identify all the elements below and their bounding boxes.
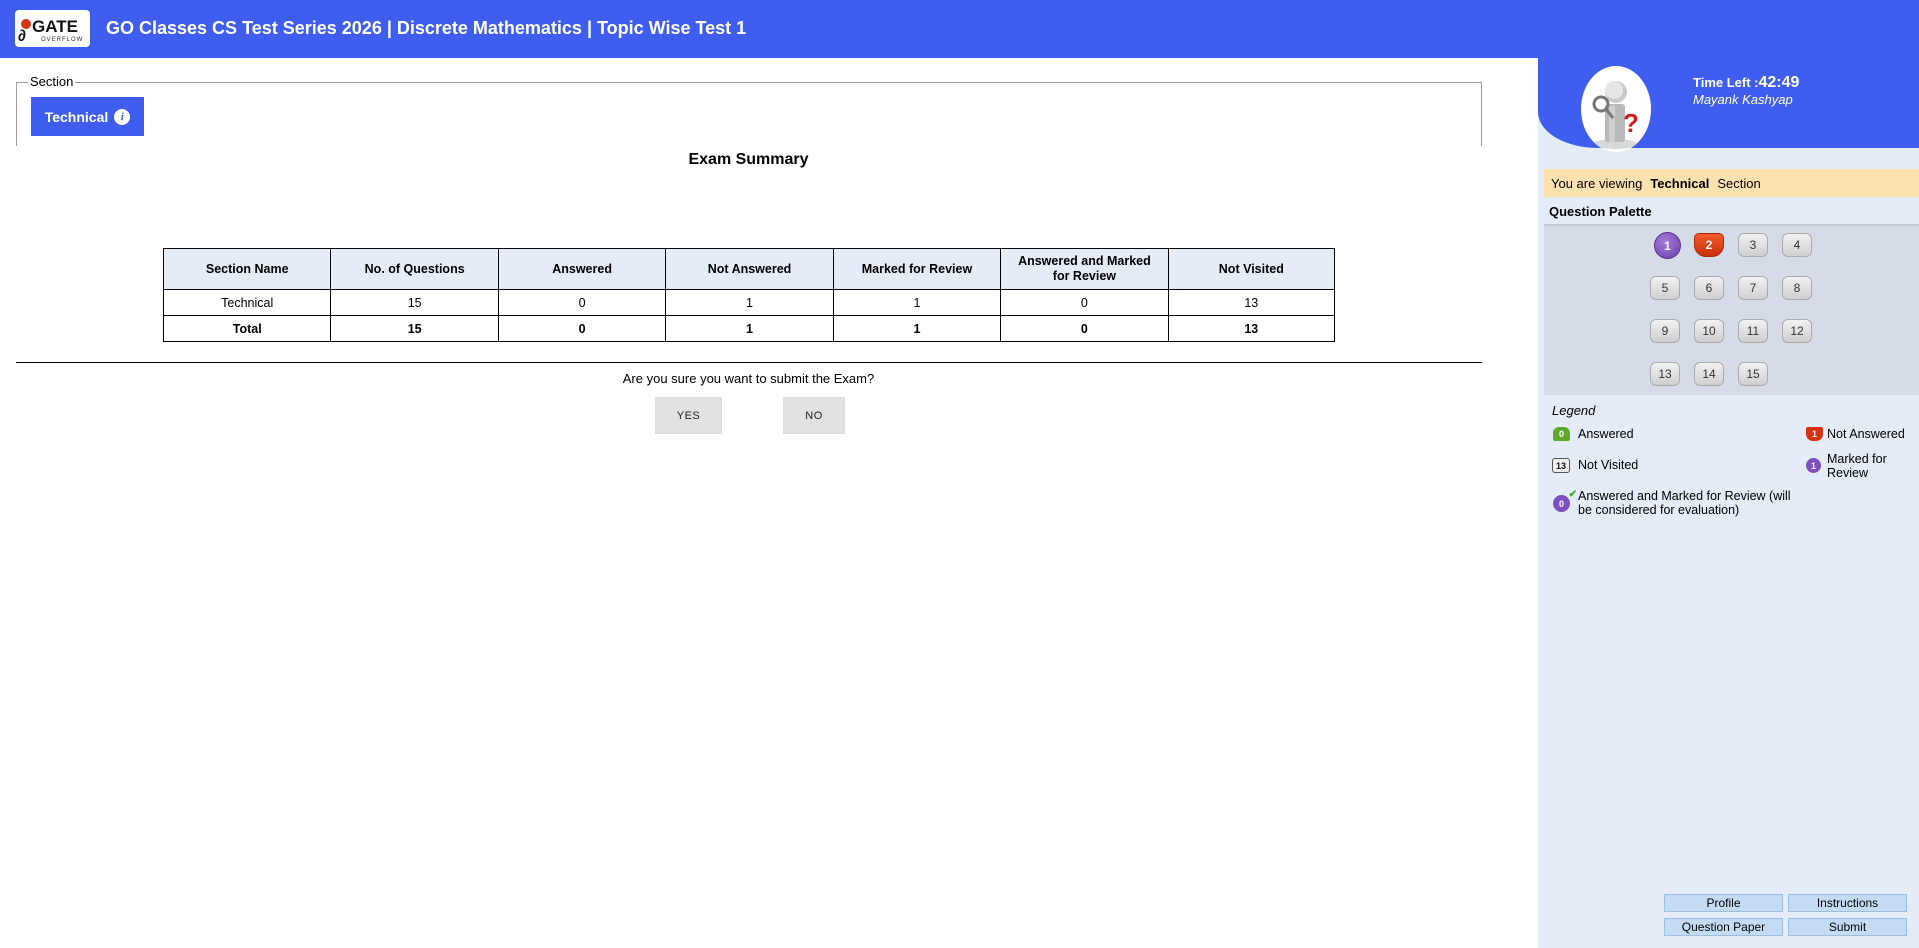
- question-palette-title: Question Palette: [1549, 204, 1652, 219]
- legend-title: Legend: [1552, 403, 1596, 418]
- palette-question-12[interactable]: 12: [1782, 319, 1812, 343]
- section-legend: Section: [28, 74, 76, 89]
- answered-icon: 0: [1553, 427, 1570, 441]
- table-header-row: Section Name No. of Questions Answered N…: [162, 248, 1336, 290]
- candidate-avatar: ?: [1581, 66, 1651, 152]
- table-cell: 0: [497, 289, 667, 316]
- table-cell: Total: [162, 315, 332, 342]
- exam-title: GO Classes CS Test Series 2026 | Discret…: [106, 18, 747, 38]
- column-header: Answered: [497, 248, 667, 290]
- section-fieldset: [16, 82, 1482, 146]
- column-header: Section Name: [162, 248, 332, 290]
- question-paper-button[interactable]: Question Paper: [1664, 918, 1783, 936]
- palette-question-1[interactable]: 1: [1654, 232, 1681, 259]
- table-cell: 0: [1000, 289, 1169, 316]
- viewing-prefix: You are viewing: [1551, 175, 1643, 191]
- gate-overflow-logo: ∂ GATE OVERFLOW: [15, 10, 90, 47]
- palette-question-14[interactable]: 14: [1694, 362, 1724, 386]
- palette-question-11[interactable]: 11: [1738, 319, 1768, 343]
- exam-summary-title: Exam Summary: [688, 151, 809, 168]
- palette-question-15[interactable]: 15: [1738, 362, 1768, 386]
- tab-technical-label: Technical: [44, 108, 109, 125]
- info-icon[interactable]: i: [114, 108, 131, 125]
- table-cell: 13: [1167, 315, 1336, 342]
- palette-question-8[interactable]: 8: [1782, 276, 1812, 300]
- palette-question-9[interactable]: 9: [1650, 319, 1680, 343]
- time-left: Time Left :42:49: [1693, 74, 1799, 92]
- table-cell: 0: [1000, 315, 1169, 342]
- column-header: Marked for Review: [832, 248, 1002, 290]
- legend-label: Answered: [1578, 427, 1634, 441]
- column-header: Not Visited: [1167, 248, 1336, 290]
- table-cell: 1: [832, 315, 1002, 342]
- marked-for-review-icon: 1: [1806, 458, 1821, 473]
- column-header: Not Answered: [665, 248, 834, 290]
- logo-subtext: OVERFLOW: [41, 37, 83, 43]
- table-cell: Technical: [162, 289, 332, 316]
- palette-question-13[interactable]: 13: [1650, 362, 1680, 386]
- palette-question-7[interactable]: 7: [1738, 276, 1768, 300]
- logo-text: GATE: [32, 17, 78, 36]
- no-button[interactable]: NO: [783, 397, 845, 434]
- question-palette: 1 2 3 4 5 6 7 8 9 10 11 12 13 14 15: [1544, 224, 1919, 395]
- time-left-label: Time Left :: [1693, 75, 1759, 90]
- table-cell: 15: [330, 315, 499, 342]
- tab-technical[interactable]: Technical i: [31, 97, 144, 136]
- palette-question-5[interactable]: 5: [1650, 276, 1680, 300]
- time-left-value: 42:49: [1758, 74, 1800, 91]
- column-header: No. of Questions: [330, 248, 499, 290]
- legend-label: Not Answered: [1827, 427, 1905, 441]
- table-cell: 0: [497, 315, 667, 342]
- profile-button[interactable]: Profile: [1664, 894, 1783, 912]
- palette-question-3[interactable]: 3: [1738, 233, 1768, 257]
- candidate-name: Mayank Kashyap: [1693, 92, 1793, 107]
- answered-marked-icon: 0: [1553, 489, 1577, 512]
- palette-question-2[interactable]: 2: [1694, 233, 1724, 257]
- legend-label: Marked for Review: [1827, 452, 1887, 480]
- not-answered-icon: 1: [1806, 427, 1823, 441]
- right-panel: ? Time Left :42:49 Mayank Kashyap You ar…: [1538, 58, 1919, 948]
- submit-confirm-question: Are you sure you want to submit the Exam…: [622, 371, 875, 386]
- viewing-suffix: Section: [1717, 175, 1761, 191]
- table-cell: 1: [665, 315, 834, 342]
- legend-label: Answered and Marked for Review (will be …: [1578, 489, 1791, 517]
- table-cell: 13: [1167, 289, 1336, 316]
- table-cell: 15: [330, 289, 499, 316]
- viewing-section: Technical: [1650, 175, 1710, 191]
- top-header: ∂ GATE OVERFLOW GO Classes CS Test Serie…: [0, 0, 1919, 58]
- palette-question-10[interactable]: 10: [1694, 319, 1724, 343]
- legend-not-answered: 1 Not Answered: [1806, 427, 1905, 441]
- submit-button[interactable]: Submit: [1788, 918, 1907, 936]
- yes-button[interactable]: YES: [655, 397, 722, 434]
- svg-text:∂: ∂: [18, 28, 26, 45]
- legend-not-visited: 13 Not Visited: [1552, 458, 1638, 473]
- legend-answered: 0 Answered: [1553, 427, 1634, 441]
- legend-answered-marked: 0 Answered and Marked for Review (will b…: [1553, 489, 1803, 517]
- viewing-banner: You are viewing Technical Section: [1544, 169, 1919, 197]
- svg-text:?: ?: [1623, 108, 1639, 138]
- candidate-info: ? Time Left :42:49 Mayank Kashyap: [1538, 58, 1919, 152]
- legend-label: Not Visited: [1578, 458, 1639, 472]
- not-visited-icon: 13: [1552, 458, 1570, 473]
- table-total-row: Total 15 0 1 1 0 13: [162, 315, 1336, 342]
- instructions-button[interactable]: Instructions: [1788, 894, 1907, 912]
- table-cell: 1: [832, 289, 1002, 316]
- table-cell: 1: [665, 289, 834, 316]
- divider: [16, 362, 1482, 363]
- palette-question-4[interactable]: 4: [1782, 233, 1812, 257]
- table-row: Technical 15 0 1 1 0 13: [162, 289, 1336, 316]
- exam-summary-table: Section Name No. of Questions Answered N…: [162, 248, 1336, 342]
- main-content: Section Technical i Exam Summary Section…: [0, 58, 1538, 948]
- palette-question-6[interactable]: 6: [1694, 276, 1724, 300]
- column-header: Answered and Marked for Review: [1000, 248, 1169, 290]
- legend-marked-for-review: 1 Marked for Review: [1806, 452, 1906, 480]
